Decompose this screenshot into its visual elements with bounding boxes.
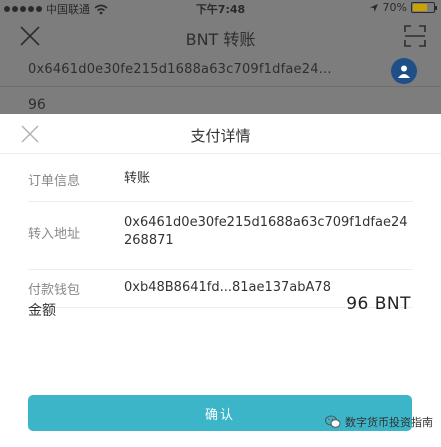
order-info-label: 订单信息	[28, 174, 81, 189]
order-info-row: 订单信息 转账	[28, 154, 413, 202]
wechat-icon	[325, 415, 341, 428]
watermark: 数字货币投资指南	[325, 414, 433, 430]
sheet-header: 支付详情	[0, 114, 441, 154]
location-icon	[369, 3, 378, 12]
to-address-field[interactable]: 0x6461d0e30fe215d1688a63c709f1dfae24...	[0, 56, 441, 86]
battery-percent: 70%	[382, 1, 407, 14]
page-title: BNT 转账	[185, 30, 256, 49]
to-address-full: 0x6461d0e30fe215d1688a63c709f1dfae242688…	[124, 215, 408, 248]
amount-field[interactable]: 96	[0, 86, 441, 116]
status-bar: 中国联通 下午7:48 70%	[0, 0, 441, 16]
watermark-text: 数字货币投资指南	[345, 416, 433, 429]
status-right: 70%	[369, 1, 437, 14]
nav-bar: BNT 转账	[0, 16, 441, 56]
amount-total: 96 BNT	[346, 294, 411, 314]
to-address-row: 转入地址 0x6461d0e30fe215d1688a63c709f1dfae2…	[28, 202, 413, 270]
battery-icon	[411, 2, 437, 13]
battery-level	[413, 4, 427, 11]
amount-value: 96	[28, 97, 46, 113]
to-address-value: 0x6461d0e30fe215d1688a63c709f1dfae24...	[28, 62, 332, 77]
contact-icon[interactable]	[391, 58, 417, 84]
payment-details-sheet: 支付详情 订单信息 转账 转入地址 0x6461d0e30fe215d1688a…	[0, 114, 441, 447]
from-wallet-label: 付款钱包	[28, 283, 81, 298]
order-info-value: 转账	[124, 171, 151, 186]
scan-icon[interactable]	[403, 24, 427, 48]
to-address-label: 转入地址	[28, 227, 81, 242]
amount-label: 金额	[28, 303, 56, 319]
sheet-title: 支付详情	[190, 127, 251, 145]
